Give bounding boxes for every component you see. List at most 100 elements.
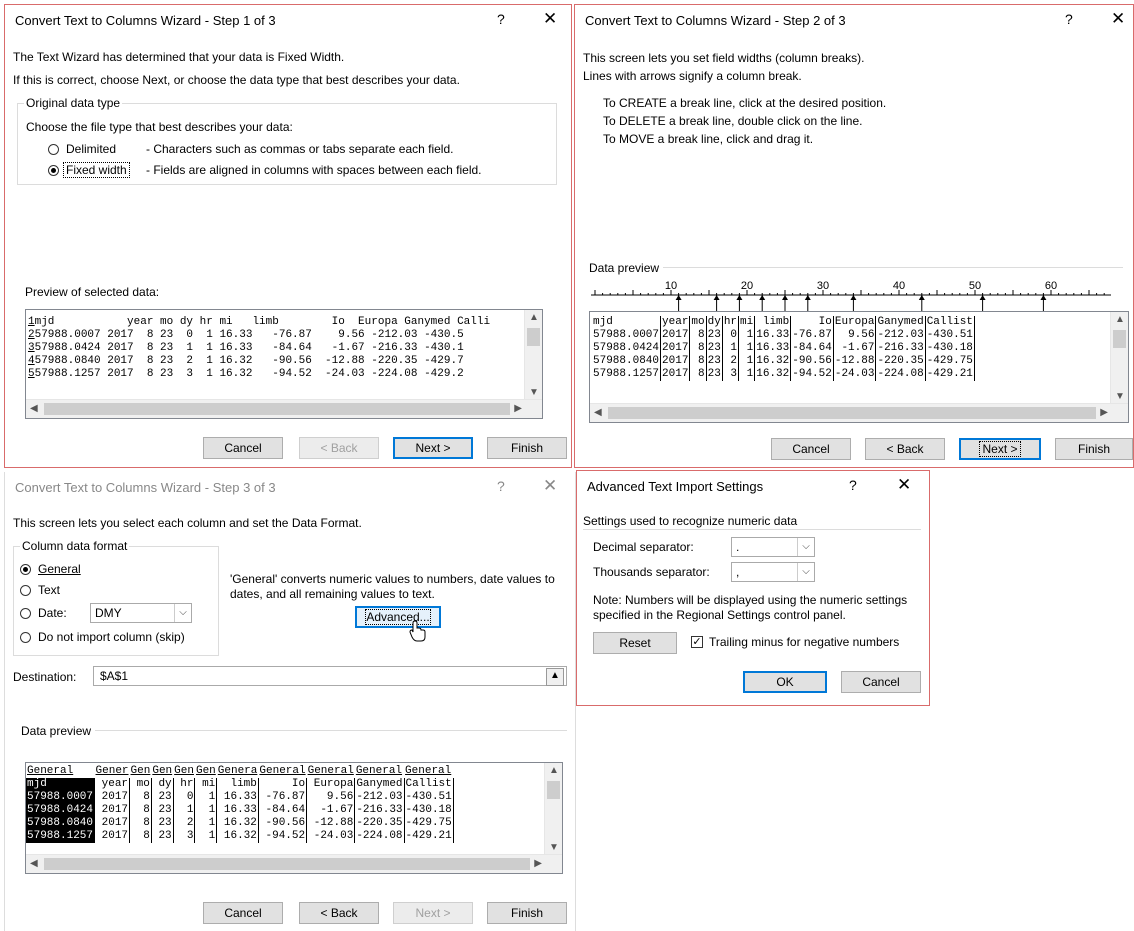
cell[interactable]: General [404,765,453,778]
text-radio[interactable] [20,585,31,596]
date-label[interactable]: Date: [38,606,67,620]
text-label[interactable]: Text [38,583,60,597]
scroll-down-icon[interactable]: ▼ [1115,391,1125,402]
cell[interactable]: 2017 [660,329,691,342]
fixed-width-radio[interactable] [48,165,59,176]
scroll-left-icon[interactable]: ◀ [594,407,602,418]
scroll-up-icon[interactable]: ▲ [549,765,559,776]
cancel-button[interactable]: Cancel [841,671,921,693]
cell[interactable]: 16.32 [216,817,259,830]
cell[interactable]: -76.87 [790,329,834,342]
help-icon[interactable]: ? [1065,11,1073,27]
cell[interactable]: 0 [722,329,740,342]
help-icon[interactable]: ? [497,478,505,494]
step3-preview[interactable]: General Gener Gen Gen Gen Gen Genera General Gen… [25,762,563,874]
chevron-down-icon[interactable]: ⌵ [797,538,814,556]
scroll-up-icon[interactable]: ▲ [1115,314,1125,325]
cell[interactable]: 1 [194,830,218,843]
cell[interactable]: -429.21 [404,830,454,843]
cell[interactable]: 2 [173,817,196,830]
cell[interactable]: mjd [592,316,662,329]
cell[interactable]: 2017 [94,830,131,843]
table-row[interactable]: 57988.0424 2017 8 23 1 1 16.33 -84.64 -1.67 -216.… [26,804,454,817]
delimited-label[interactable]: Delimited [66,142,116,156]
cancel-button[interactable]: Cancel [203,437,283,459]
cell[interactable]: 2017 [660,342,691,355]
cell[interactable]: -216.33 [354,804,405,817]
cell[interactable]: year [94,778,131,791]
vertical-scrollbar[interactable]: ▲ ▼ [1110,312,1128,404]
cell[interactable]: 8 [689,355,707,368]
table-row[interactable]: 57988.0424 2017 8 23 1 1 16.33 -84.64 -1.67 -216.… [592,342,975,355]
delimited-radio[interactable] [48,144,59,155]
skip-label[interactable]: Do not import column (skip) [38,630,185,644]
cell[interactable]: 23 [151,804,174,817]
cell[interactable]: 57988.0840 [592,355,662,368]
finish-button[interactable]: Finish [487,902,567,924]
cell[interactable]: Gener [95,765,130,778]
cell[interactable]: 1 [738,329,756,342]
cell[interactable]: General [307,765,355,778]
scroll-right-icon[interactable]: ▶ [514,403,522,414]
scroll-down-icon[interactable]: ▼ [549,842,559,853]
cell[interactable]: -12.88 [833,355,877,368]
scroll-right-icon[interactable]: ▶ [1100,407,1108,418]
cell[interactable]: -224.08 [875,368,926,381]
cell[interactable]: -430.18 [925,342,975,355]
cell[interactable]: Europa [833,316,877,329]
cancel-button[interactable]: Cancel [203,902,283,924]
cell[interactable]: 2017 [94,804,131,817]
chevron-down-icon[interactable]: ⌵ [174,604,191,622]
ok-button[interactable]: OK [743,671,827,693]
cell[interactable]: -220.35 [875,355,926,368]
cell[interactable]: -90.56 [258,817,308,830]
close-icon[interactable]: ✕ [1111,9,1125,29]
cell[interactable]: 1 [738,355,756,368]
back-button[interactable]: < Back [299,437,379,459]
cell[interactable]: 16.33 [754,342,792,355]
vertical-scrollbar[interactable]: ▲ ▼ [544,763,562,855]
scroll-left-icon[interactable]: ◀ [30,858,38,869]
cell[interactable]: -430.18 [404,804,454,817]
cell[interactable]: -212.03 [354,791,405,804]
cell[interactable]: mi [738,316,756,329]
cell[interactable]: Gen [195,765,217,778]
cell[interactable]: -1.67 [833,342,877,355]
cell[interactable]: 57988.0424 [26,804,96,817]
collapse-dialog-icon[interactable]: ▲ [546,668,564,686]
chevron-down-icon[interactable]: ⌵ [797,563,814,581]
trailing-minus-label[interactable]: Trailing minus for negative numbers [709,635,899,649]
cell[interactable]: 16.33 [216,791,259,804]
cell[interactable]: 8 [129,817,152,830]
cell[interactable]: dy [706,316,723,329]
help-icon[interactable]: ? [849,477,857,493]
cell[interactable]: -429.21 [925,368,975,381]
next-button[interactable]: Next > [959,438,1041,460]
cell[interactable]: Callist [925,316,975,329]
cell[interactable]: hr [173,778,196,791]
cell[interactable]: mi [194,778,218,791]
table-row[interactable]: 57988.0007 2017 8 23 0 1 16.33 -76.87 9.56 -212.0… [26,791,454,804]
cell[interactable]: 23 [706,355,723,368]
cell[interactable]: 2017 [660,368,691,381]
scroll-up-icon[interactable]: ▲ [529,312,539,323]
next-button[interactable]: Next > [393,902,473,924]
cell[interactable]: Io [790,316,834,329]
horizontal-scrollbar[interactable]: ◀ ▶ [26,854,562,873]
cell[interactable]: Ganymed [354,778,405,791]
cell[interactable]: 8 [129,791,152,804]
scroll-left-icon[interactable]: ◀ [30,403,38,414]
cell[interactable]: hr [722,316,740,329]
cell[interactable]: 3 [173,830,196,843]
cell[interactable]: 1 [194,791,218,804]
cell[interactable]: 1 [738,342,756,355]
cell[interactable]: mo [129,778,152,791]
cell[interactable]: limb [216,778,259,791]
cell[interactable]: 1 [722,342,740,355]
cell[interactable]: 1 [173,804,196,817]
vertical-scrollbar[interactable]: ▲ ▼ [524,310,542,400]
scroll-down-icon[interactable]: ▼ [529,387,539,398]
cell[interactable]: -224.08 [354,830,405,843]
cell[interactable]: -1.67 [306,804,356,817]
cell[interactable]: 1 [194,817,218,830]
